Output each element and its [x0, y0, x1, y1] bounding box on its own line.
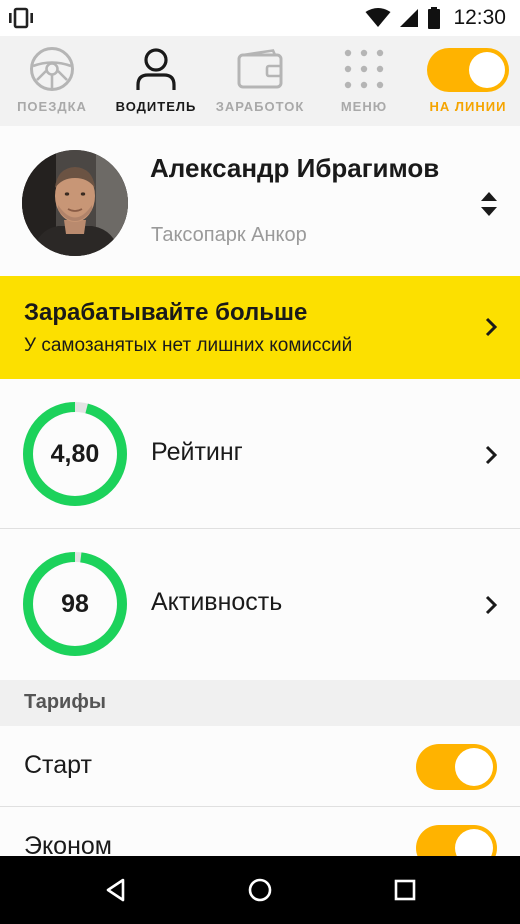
tariff-start-row: Старт: [0, 726, 520, 806]
activity-value: 98: [61, 589, 89, 618]
switch-profile-icon[interactable]: [479, 191, 499, 217]
nav-trip[interactable]: ПОЕЗДКА: [0, 36, 104, 126]
system-navigation-bar: [0, 856, 520, 924]
nav-earnings[interactable]: ЗАРАБОТОК: [208, 36, 312, 126]
nav-online[interactable]: НА ЛИНИИ: [416, 36, 520, 126]
nav-label-menu: МЕНЮ: [340, 99, 388, 114]
clock: 12:30: [453, 6, 506, 29]
nav-label-earnings: ЗАРАБОТОК: [215, 99, 305, 114]
tariff-start-toggle[interactable]: [416, 744, 497, 790]
signal-icon: [400, 9, 419, 27]
tariff-start-label: Старт: [24, 751, 92, 779]
driver-profile[interactable]: Александр Ибрагимов Таксопарк Анкор: [0, 126, 520, 276]
battery-icon: [428, 7, 441, 29]
toggle-knob: [455, 748, 493, 786]
back-icon: [106, 878, 125, 902]
status-icons: 12:30: [365, 0, 506, 36]
toggle-knob: [469, 52, 505, 88]
activity-label: Активность: [151, 588, 283, 616]
recents-button[interactable]: [375, 856, 435, 924]
steering-wheel-icon: [30, 47, 74, 91]
banner-title: Зарабатывайте больше: [24, 299, 308, 326]
online-toggle[interactable]: [427, 48, 509, 92]
rating-value: 4,80: [50, 439, 100, 468]
rating-label: Рейтинг: [151, 438, 243, 466]
taxi-park: Таксопарк Анкор: [151, 224, 307, 246]
nav-driver[interactable]: ВОДИТЕЛЬ: [104, 36, 208, 126]
vibrate-icon: [9, 7, 33, 29]
tariffs-title: Тарифы: [24, 691, 106, 713]
chevron-right-icon: [485, 595, 498, 615]
chevron-right-icon: [485, 445, 498, 465]
grid-menu-icon: [344, 49, 384, 89]
nav-label-trip: ПОЕЗДКА: [17, 99, 87, 114]
nav-menu[interactable]: МЕНЮ: [312, 36, 416, 126]
wallet-icon: [237, 49, 283, 89]
tariffs-header: Тарифы: [0, 680, 520, 726]
driver-icon: [136, 48, 176, 90]
top-navigation: ПОЕЗДКА ВОДИТЕЛЬ ЗАРАБОТОК МЕНЮ НА ЛИНИИ: [0, 36, 520, 126]
status-bar: 12:30: [0, 0, 520, 36]
activity-row[interactable]: 98 Активность: [0, 529, 520, 679]
avatar: [22, 150, 128, 256]
wifi-icon: [365, 8, 391, 27]
nav-label-driver: ВОДИТЕЛЬ: [115, 99, 197, 114]
promo-banner[interactable]: Зарабатывайте больше У самозанятых нет л…: [0, 276, 520, 379]
home-button[interactable]: [230, 856, 290, 924]
home-icon: [248, 878, 272, 902]
rating-row[interactable]: 4,80 Рейтинг: [0, 379, 520, 529]
driver-name: Александр Ибрагимов: [150, 153, 440, 183]
banner-subtitle: У самозанятых нет лишних комиссий: [24, 335, 353, 356]
chevron-right-icon: [485, 317, 498, 337]
back-button[interactable]: [86, 856, 146, 924]
recents-icon: [394, 879, 416, 901]
driver-screen: 12:30 ПОЕЗДКА ВОДИТЕЛЬ ЗАРАБОТОК МЕНЮ НА…: [0, 0, 520, 924]
nav-label-online: НА ЛИНИИ: [429, 99, 507, 114]
